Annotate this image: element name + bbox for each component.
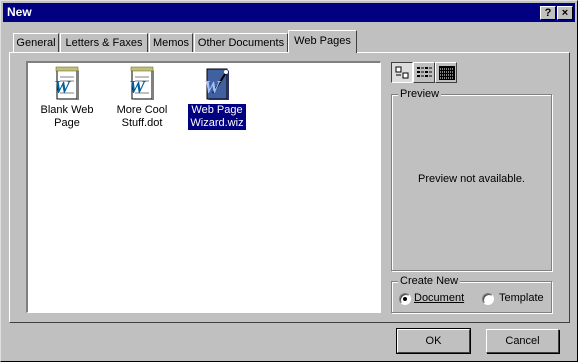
large-icons-button[interactable]: [391, 62, 413, 83]
help-button[interactable]: ?: [540, 6, 556, 20]
template-radio-label[interactable]: Template: [499, 292, 544, 304]
tab-other-documents[interactable]: Other Documents: [194, 33, 288, 52]
document-radio-label[interactable]: Document: [414, 292, 464, 304]
template-radio[interactable]: [482, 293, 494, 305]
create-new-legend: Create New: [398, 275, 461, 287]
template-label: Blank Web Page: [40, 104, 94, 129]
template-list[interactable]: W Blank Web Page W More Cool Stuff.dot W…: [26, 61, 381, 313]
create-new-group: Create New Document Template: [391, 275, 552, 313]
svg-text:W: W: [204, 77, 222, 97]
template-item-web-page-wizard[interactable]: W Web Page Wizard.wiz: [182, 65, 252, 131]
preview-group: Preview Preview not available.: [391, 88, 552, 271]
new-dialog: New ? × General Letters & Faxes Memos Ot…: [0, 0, 578, 362]
tab-memos[interactable]: Memos: [149, 33, 193, 52]
template-label: Web Page Wizard.wiz: [187, 103, 247, 131]
svg-text:W: W: [54, 77, 72, 97]
template-item-blank-web-page[interactable]: W Blank Web Page: [32, 65, 102, 130]
details-view-button[interactable]: [435, 62, 457, 83]
tab-letters-faxes[interactable]: Letters & Faxes: [60, 33, 148, 52]
list-view-button[interactable]: [413, 62, 435, 83]
word-wizard-icon: W: [201, 65, 233, 101]
large-icons-icon: [395, 66, 409, 79]
preview-legend: Preview: [398, 88, 442, 100]
dialog-title: New: [7, 5, 32, 19]
details-icon: [439, 66, 455, 80]
list-icon: [417, 67, 432, 77]
svg-text:W: W: [129, 77, 147, 97]
word-document-icon: W: [126, 65, 158, 101]
tab-general[interactable]: General: [13, 33, 59, 52]
word-document-icon: W: [51, 65, 83, 101]
template-item-more-cool-stuff[interactable]: W More Cool Stuff.dot: [107, 65, 177, 130]
document-radio[interactable]: [399, 293, 411, 305]
cancel-button[interactable]: Cancel: [486, 329, 559, 353]
tab-web-pages[interactable]: Web Pages: [288, 30, 357, 53]
template-label: More Cool Stuff.dot: [116, 104, 168, 129]
close-button[interactable]: ×: [557, 6, 573, 20]
preview-message: Preview not available.: [417, 173, 525, 185]
ok-button[interactable]: OK: [396, 328, 471, 354]
title-bar[interactable]: New ? ×: [3, 3, 575, 22]
